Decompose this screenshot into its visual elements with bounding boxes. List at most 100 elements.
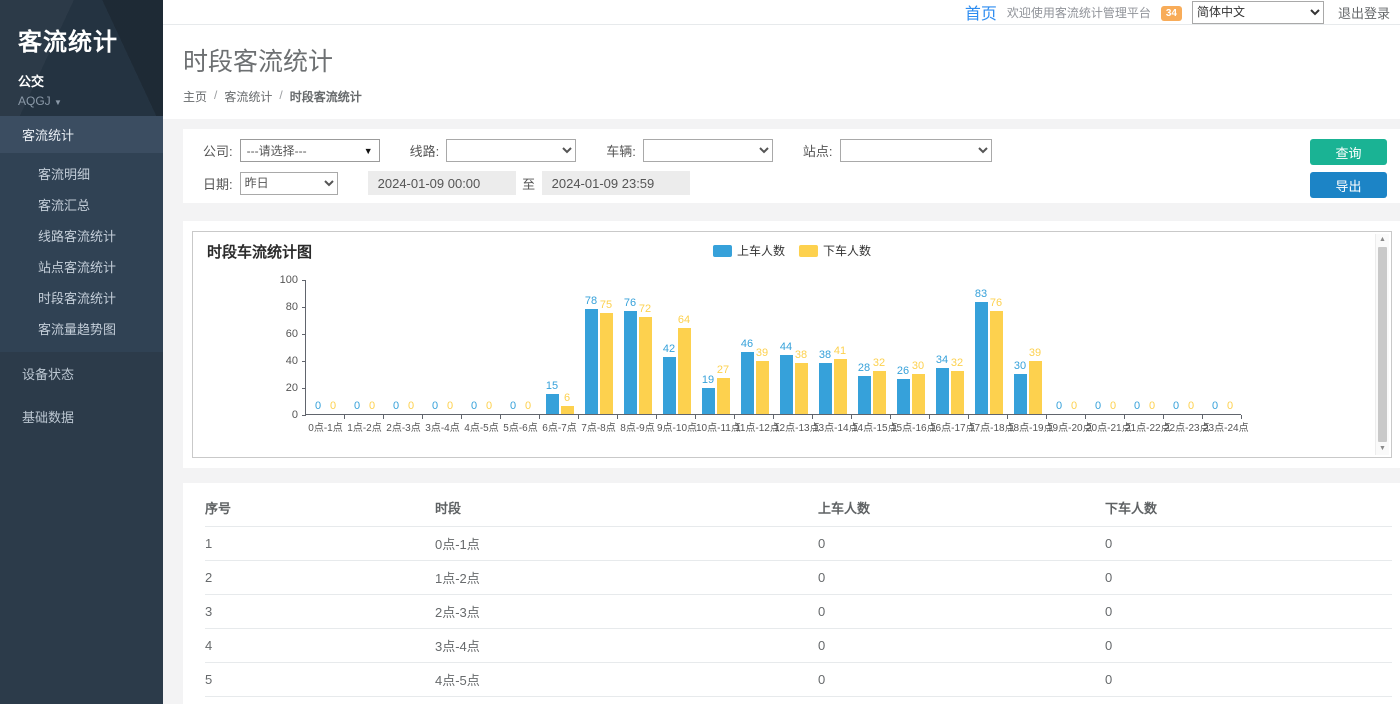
bar-group: 1566点-7点 <box>540 279 579 414</box>
bar-group: 0021点-22点 <box>1125 279 1164 414</box>
bar <box>1029 361 1042 414</box>
date-preset-select[interactable]: 昨日 <box>240 172 338 195</box>
bar-value-label: 6 <box>564 393 570 404</box>
cell-alighting: 0 <box>1105 595 1392 629</box>
bar-group: 42649点-10点 <box>657 279 696 414</box>
sidebar-section-passenger-stats[interactable]: 客流统计 <box>0 116 163 153</box>
bar-value-label: 44 <box>780 342 792 353</box>
bar <box>585 309 598 414</box>
bar-group: 192710点-11点 <box>696 279 735 414</box>
x-axis-tick <box>968 415 969 419</box>
bar-value-label: 0 <box>354 401 360 412</box>
cell-alighting: 0 <box>1105 697 1392 704</box>
cell-alighting: 0 <box>1105 663 1392 697</box>
x-axis-label: 1点-2点 <box>345 419 384 434</box>
bar-value-label: 38 <box>795 350 807 361</box>
date-from-input[interactable] <box>368 171 516 195</box>
filter-row-1: 公司: ---请选择--- ▼ 线路: 车辆: 站点: <box>203 139 1386 162</box>
bar-alighting: 0 <box>1224 401 1237 414</box>
x-axis-label: 14点-15点 <box>852 419 891 434</box>
x-axis-label: 10点-11点 <box>696 419 735 434</box>
bar-value-label: 0 <box>1071 401 1077 412</box>
export-button[interactable]: 导出 <box>1310 172 1387 198</box>
bar-alighting: 64 <box>678 315 691 414</box>
breadcrumb-passenger-stats[interactable]: 客流统计 <box>224 88 272 105</box>
scroll-down-icon[interactable]: ▼ <box>1379 443 1386 455</box>
x-axis-tick <box>695 415 696 419</box>
bar-value-label: 32 <box>873 358 885 369</box>
cell-boarding: 0 <box>818 697 1105 704</box>
bar <box>912 374 925 415</box>
cell-alighting: 0 <box>1105 561 1392 595</box>
y-axis-tick <box>302 388 306 389</box>
x-axis-tick <box>1124 415 1125 419</box>
table-row: 32点-3点00 <box>205 595 1392 629</box>
cell-boarding: 0 <box>818 663 1105 697</box>
vehicle-select[interactable] <box>643 139 773 162</box>
bar-value-label: 0 <box>471 401 477 412</box>
bar-alighting: 0 <box>1185 401 1198 414</box>
scroll-up-icon[interactable]: ▲ <box>1379 234 1386 246</box>
breadcrumb-home[interactable]: 主页 <box>183 88 207 105</box>
sidebar-item-trend-chart[interactable]: 客流量趋势图 <box>0 313 163 344</box>
period-stats-table: 序号 时段 上车人数 下车人数 10点-1点0021点-2点0032点-3点00… <box>205 489 1392 704</box>
logout-link[interactable]: 退出登录 <box>1338 3 1390 22</box>
cell-index: 3 <box>205 595 435 629</box>
bar-boarding: 0 <box>507 401 520 414</box>
home-link[interactable]: 首页 <box>965 0 997 24</box>
x-axis-label: 6点-7点 <box>540 419 579 434</box>
x-axis-tick <box>1202 415 1203 419</box>
legend-item-boarding[interactable]: 上车人数 <box>713 242 785 259</box>
cell-alighting: 0 <box>1105 527 1392 561</box>
company-select[interactable]: ---请选择--- ▼ <box>240 139 380 162</box>
bar-value-label: 0 <box>1173 401 1179 412</box>
sidebar-item-passenger-summary[interactable]: 客流汇总 <box>0 189 163 220</box>
user-dropdown[interactable]: AQGJ ▼ <box>18 94 145 108</box>
y-axis-tick <box>302 334 306 335</box>
bar-group: 002点-3点 <box>384 279 423 414</box>
y-axis-label: 80 <box>268 301 298 313</box>
sidebar-item-line-stats[interactable]: 线路客流统计 <box>0 220 163 251</box>
x-axis-tick <box>422 415 423 419</box>
legend-item-alighting[interactable]: 下车人数 <box>799 242 871 259</box>
breadcrumb: 主页 / 客流统计 / 时段客流统计 <box>183 88 1400 105</box>
bar-value-label: 34 <box>936 355 948 366</box>
cell-boarding: 0 <box>818 527 1105 561</box>
sidebar-item-period-stats[interactable]: 时段客流统计 <box>0 282 163 313</box>
station-select[interactable] <box>840 139 992 162</box>
bar <box>624 311 637 414</box>
cell-alighting: 0 <box>1105 629 1392 663</box>
x-axis-tick <box>773 415 774 419</box>
line-select[interactable] <box>446 139 576 162</box>
date-range-separator: 至 <box>516 171 542 195</box>
sidebar-item-base-data[interactable]: 基础数据 <box>0 395 163 438</box>
header-boarding: 上车人数 <box>818 489 1105 527</box>
scrollbar-thumb[interactable] <box>1378 247 1387 442</box>
bar-value-label: 0 <box>408 401 414 412</box>
x-axis-tick <box>500 415 501 419</box>
bar-boarding: 83 <box>975 289 988 414</box>
bar-alighting: 75 <box>600 300 613 414</box>
sidebar-nav: 客流统计 客流明细 客流汇总 线路客流统计 站点客流统计 时段客流统计 客流量趋… <box>0 116 163 438</box>
sidebar-item-device-status[interactable]: 设备状态 <box>0 352 163 395</box>
chart-vertical-scrollbar[interactable]: ▲ ▼ <box>1375 234 1389 455</box>
date-to-input[interactable] <box>542 171 690 195</box>
sidebar-item-passenger-detail[interactable]: 客流明细 <box>0 158 163 189</box>
cell-index: 1 <box>205 527 435 561</box>
x-axis-tick <box>617 415 618 419</box>
topbar: 首页 欢迎使用客流统计管理平台 34 简体中文 退出登录 <box>163 0 1400 25</box>
bar <box>1014 374 1027 415</box>
filter-panel: 公司: ---请选择--- ▼ 线路: 车辆: 站点: 日期: 昨日 至 查询 … <box>183 129 1400 203</box>
language-select[interactable]: 简体中文 <box>1192 1 1324 24</box>
company-label: 公司: <box>203 141 233 160</box>
sidebar-item-station-stats[interactable]: 站点客流统计 <box>0 251 163 282</box>
x-axis-label: 8点-9点 <box>618 419 657 434</box>
bar-alighting: 39 <box>1029 348 1042 414</box>
x-axis-tick <box>1007 415 1008 419</box>
query-button[interactable]: 查询 <box>1310 139 1387 165</box>
bar-value-label: 42 <box>663 344 675 355</box>
bar-value-label: 0 <box>1134 401 1140 412</box>
chart-title: 时段车流统计图 <box>207 241 312 262</box>
main-area: 首页 欢迎使用客流统计管理平台 34 简体中文 退出登录 时段客流统计 主页 /… <box>163 0 1400 704</box>
bar-boarding: 76 <box>624 298 637 414</box>
